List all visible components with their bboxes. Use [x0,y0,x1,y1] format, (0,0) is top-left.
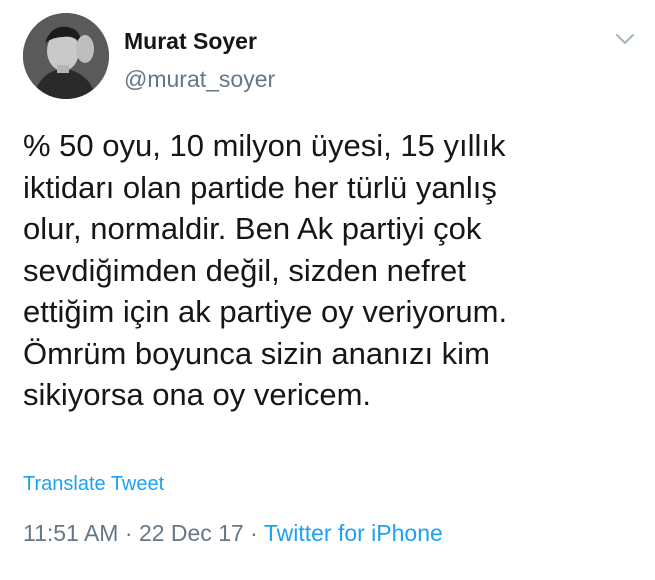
tweet-text-line: ettiğim için ak partiye oy veriyorum. [23,294,508,329]
chevron-down-icon[interactable] [614,30,636,48]
tweet-text-line: olur, normaldir. Ben Ak partiyi çok [23,211,482,246]
tweet-text-line: sevdiğimden değil, sizden nefret [23,252,466,288]
tweet-card: Murat Soyer @murat_soyer % 50 oyu, 10 mi… [0,0,655,580]
tweet-text-line: Ömrüm boyunca sizin ananızı kim [23,335,490,371]
tweet-text-line: iktidarı olan partide her türlü yanlış [23,169,497,205]
profile-photo-icon [23,13,109,99]
tweet-text-line: % 50 oyu, 10 milyon üyesi, 15 yıllık [23,128,506,163]
author-handle[interactable]: @murat_soyer [124,66,275,93]
translate-tweet-link[interactable]: Translate Tweet [23,473,164,496]
meta-separator: · [243,520,264,546]
tweet-time[interactable]: 11:51 AM [23,520,118,546]
tweet-text: % 50 oyu, 10 milyon üyesi, 15 yıllık ikt… [23,125,638,416]
tweet-text-line: sikiyorsa ona oy vericem. [23,377,372,412]
author-name[interactable]: Murat Soyer [124,28,257,55]
meta-separator: · [118,520,139,546]
avatar[interactable] [23,13,109,99]
tweet-date[interactable]: 22 Dec 17 [139,520,244,546]
tweet-source-link[interactable]: Twitter for iPhone [264,520,443,546]
tweet-meta: 11:51 AM · 22 Dec 17 · Twitter for iPhon… [23,520,443,547]
